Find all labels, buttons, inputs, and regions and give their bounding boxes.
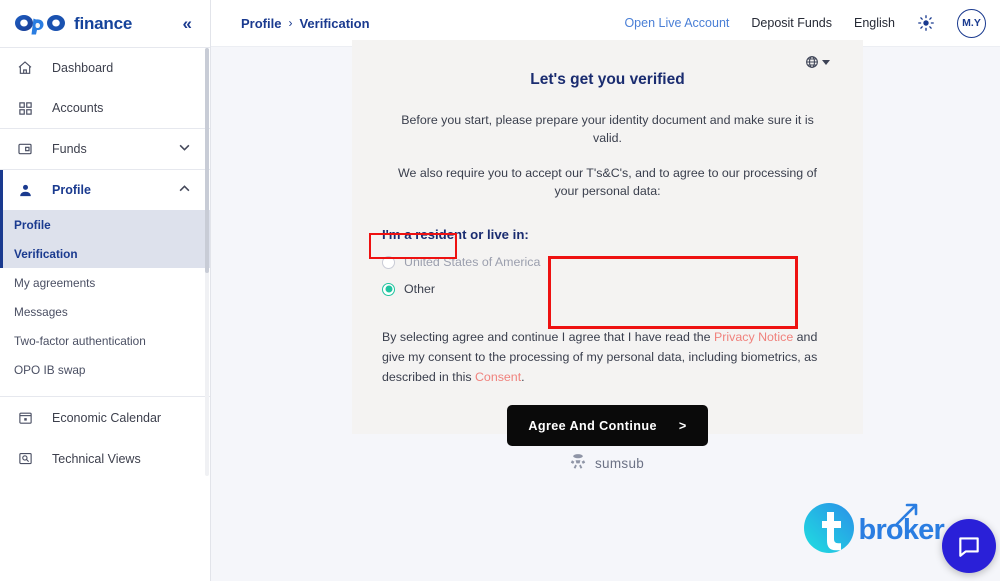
sidebar-item-opo-ib-swap[interactable]: OPO IB swap (0, 355, 210, 384)
sumsub-icon (568, 453, 588, 474)
radio-option-usa[interactable]: United States of America (382, 252, 863, 273)
radio-option-other[interactable]: Other (382, 279, 863, 300)
radio-option-label: Other (404, 282, 435, 297)
residency-radio-group: United States of America Other (382, 252, 863, 300)
sidebar: finance « Dashboard Accounts Funds Profi… (0, 0, 211, 581)
sidebar-item-label: Technical Views (52, 451, 141, 466)
sun-icon[interactable] (917, 14, 935, 32)
card-paragraph-2: We also require you to accept our T's&C'… (398, 165, 817, 198)
chevron-down-icon (179, 144, 190, 154)
sidebar-item-accounts[interactable]: Accounts (0, 88, 210, 128)
sidebar-item-funds[interactable]: Funds (0, 129, 210, 169)
sidebar-item-label: Funds (52, 142, 87, 156)
open-live-account-link[interactable]: Open Live Account (624, 16, 729, 30)
deposit-funds-link[interactable]: Deposit Funds (751, 16, 832, 30)
card-language-selector[interactable] (805, 55, 830, 69)
sidebar-item-label: Profile (52, 183, 91, 197)
verification-card: Let's get you verified Before you start,… (352, 40, 863, 447)
sidebar-subitem-label: Profile (14, 217, 51, 232)
sidebar-subnav-active-block: Profile Verification (0, 210, 210, 268)
agree-button-label: Agree And Continue (528, 418, 657, 433)
sidebar-subitem-label: Two-factor authentication (14, 333, 146, 348)
tbroker-arrow-icon (895, 503, 917, 526)
brand-logo[interactable]: finance (14, 12, 132, 36)
sidebar-item-profile-sub[interactable]: Profile (0, 210, 210, 239)
agree-button-zone: Agree And Continue > (352, 405, 863, 447)
breadcrumb-separator-icon: › (288, 16, 293, 30)
sidebar-item-dashboard[interactable]: Dashboard (0, 48, 210, 88)
sidebar-item-label: Economic Calendar (52, 410, 162, 425)
residency-label: I'm a resident or live in: (382, 226, 529, 242)
arrow-right-icon: > (678, 418, 687, 433)
chevron-down-icon (822, 59, 830, 65)
consent-part-3: . (521, 369, 525, 384)
sidebar-subitem-label: Messages (14, 304, 68, 319)
grid-icon (14, 97, 36, 119)
sidebar-item-my-agreements[interactable]: My agreements (0, 268, 210, 297)
opo-logo-icon (15, 14, 65, 34)
brand-name: finance (74, 13, 133, 33)
sidebar-item-verification[interactable]: Verification (0, 239, 210, 268)
sidebar-subitem-label: OPO IB swap (14, 362, 86, 377)
calendar-icon (14, 407, 36, 429)
agree-and-continue-button[interactable]: Agree And Continue > (507, 405, 708, 447)
breadcrumb-current[interactable]: Verification (299, 16, 369, 31)
radio-circle-icon (382, 255, 395, 269)
language-selector[interactable]: English (854, 16, 895, 30)
sidebar-item-two-factor-authentication[interactable]: Two-factor authentication (0, 326, 210, 355)
chat-bubble-icon[interactable] (942, 519, 996, 573)
magnifier-box-icon (14, 448, 36, 470)
radio-option-label: United States of America (404, 255, 541, 270)
main-content: Profile › Verification Open Live Account… (211, 0, 1000, 581)
sidebar-item-profile[interactable]: Profile (0, 170, 210, 210)
radio-circle-selected-icon (382, 282, 395, 296)
sidebar-subnav-profile: Profile Verification My agreements Messa… (0, 210, 210, 384)
sidebar-item-messages[interactable]: Messages (0, 297, 210, 326)
avatar[interactable]: M.Y (957, 8, 986, 38)
tbroker-t-icon (803, 502, 855, 559)
consent-part-1: By selecting agree and continue I agree … (382, 329, 715, 344)
home-icon (14, 57, 36, 79)
page-title: Let's get you verified (530, 71, 685, 88)
sidebar-item-label: Accounts (52, 101, 104, 115)
sumsub-branding: sumsub (568, 453, 644, 474)
privacy-notice-link[interactable]: Privacy Notice (714, 330, 793, 344)
tbroker-branding: broker (803, 502, 945, 559)
breadcrumb-parent[interactable]: Profile (241, 16, 281, 31)
app-root: finance « Dashboard Accounts Funds Profi… (0, 0, 1000, 581)
wallet-icon (14, 138, 36, 160)
sidebar-item-economic-calendar[interactable]: Economic Calendar (0, 397, 210, 438)
card-paragraph-1: Before you start, please prepare your id… (401, 113, 814, 145)
sidebar-collapse-icon[interactable]: « (179, 13, 196, 34)
person-icon (14, 179, 36, 201)
sidebar-item-technical-views[interactable]: Technical Views (0, 438, 210, 479)
sidebar-subitem-label: Verification (14, 246, 78, 261)
globe-icon (805, 55, 819, 69)
consent-link[interactable]: Consent (475, 370, 521, 384)
sumsub-label: sumsub (595, 456, 645, 471)
sidebar-subitem-label: My agreements (14, 275, 96, 290)
chevron-up-icon (179, 185, 190, 195)
topbar-actions: Open Live Account Deposit Funds English … (624, 8, 986, 38)
sidebar-scrollbar-thumb[interactable] (205, 48, 209, 273)
breadcrumb: Profile › Verification (241, 16, 370, 31)
sidebar-header: finance « (0, 0, 210, 47)
sidebar-item-label: Dashboard (52, 61, 114, 75)
consent-text: By selecting agree and continue I agree … (382, 328, 833, 388)
